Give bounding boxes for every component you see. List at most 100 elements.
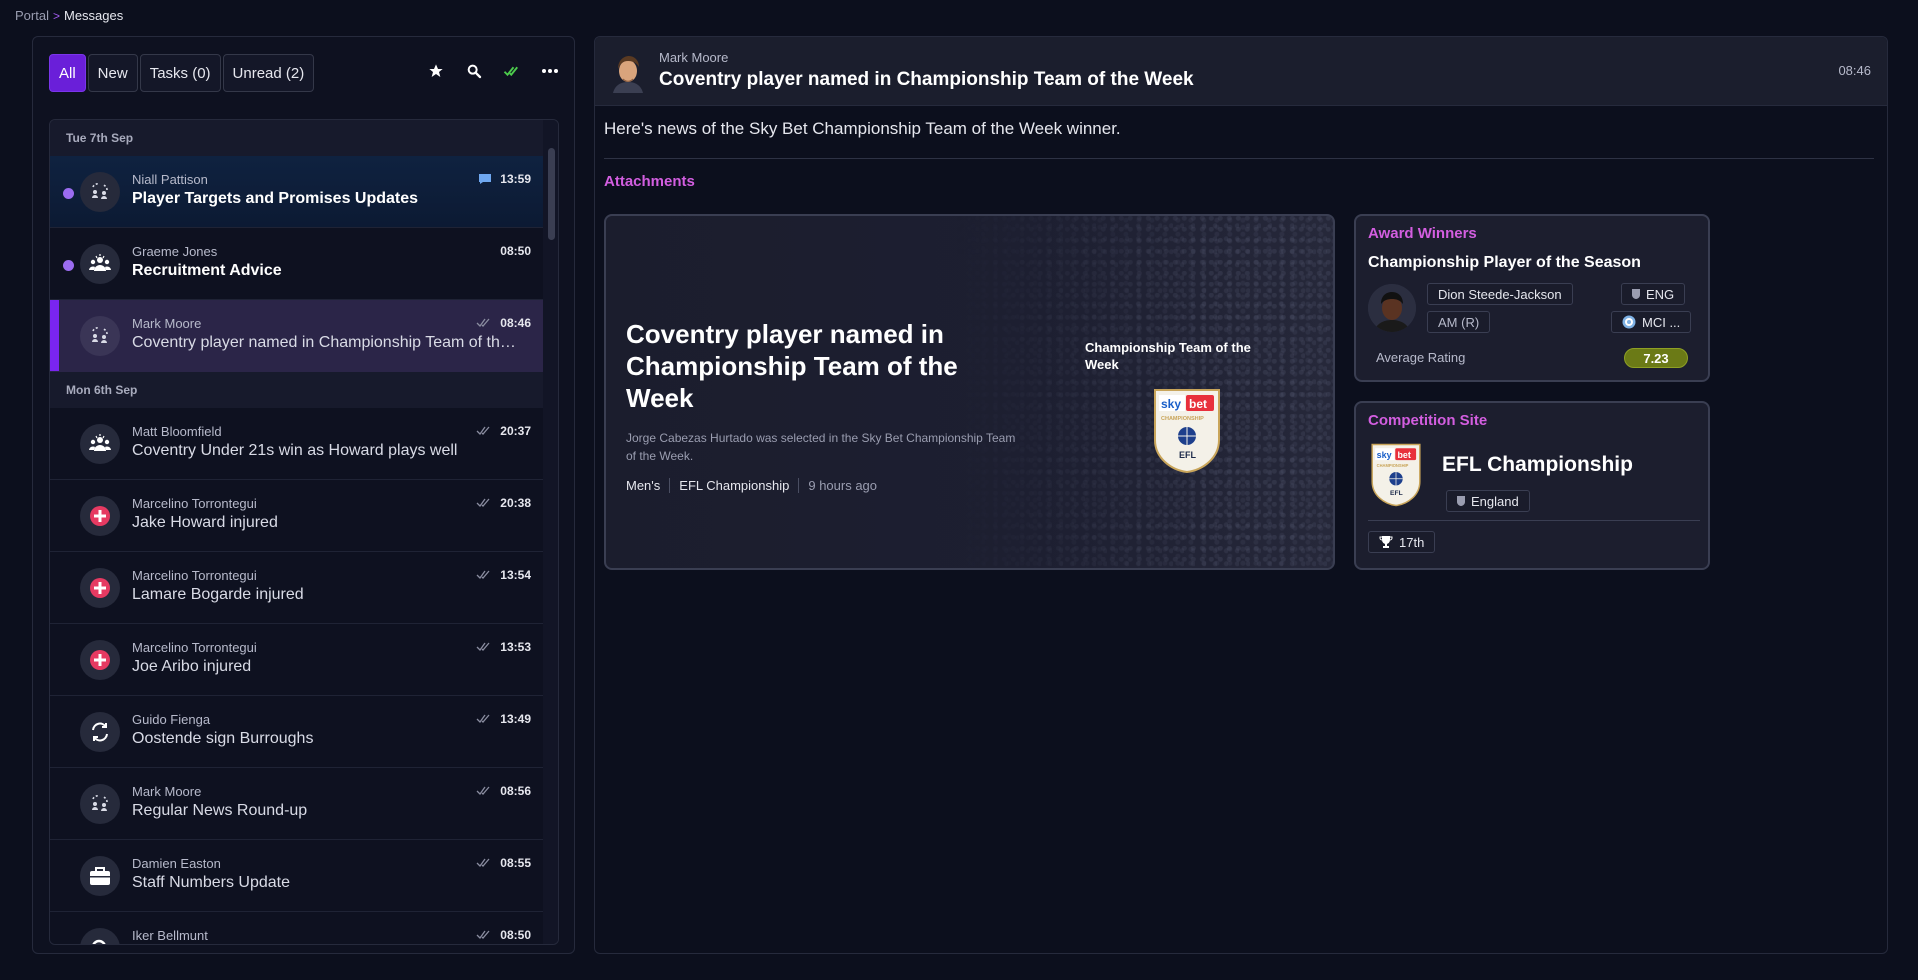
competition-card-label: Competition Site <box>1368 412 1488 429</box>
competition-name[interactable]: EFL Championship <box>1442 453 1633 477</box>
news-tag-competition[interactable]: EFL Championship <box>669 478 798 493</box>
message-time: 13:53 <box>500 640 531 654</box>
player-name: Dion Steede-Jackson <box>1438 286 1562 302</box>
unread-dot <box>63 188 74 199</box>
list-item-selected[interactable]: Mark Moore Coventry player named in Cham… <box>50 300 545 372</box>
message-subject: Oostende sign Burroughs <box>132 730 314 747</box>
news-side-label: Championship Team of the Week <box>1085 340 1251 372</box>
detail-title: Coventry player named in Championship Te… <box>659 69 1194 90</box>
message-meta: 13:49 <box>476 712 531 726</box>
club-crest-icon <box>1622 315 1636 329</box>
attachments-label: Attachments <box>604 173 695 190</box>
news-tag-time: 9 hours ago <box>798 478 886 493</box>
message-meta: 08:46 <box>476 316 531 330</box>
list-item[interactable]: Marcelino Torrontegui Lamare Bogarde inj… <box>50 552 545 624</box>
competition-position: 17th <box>1399 534 1425 550</box>
message-meta: 08:56 <box>476 784 531 798</box>
list-item[interactable]: Mark Moore Regular News Round-up 08:56 <box>50 768 545 840</box>
message-subject: Coventry Under 21s win as Howard plays w… <box>132 442 458 459</box>
rating-label: Average Rating <box>1376 350 1466 365</box>
more-icon[interactable] <box>540 61 560 81</box>
unread-dot <box>63 260 74 271</box>
briefcase-icon <box>80 856 120 896</box>
competition-site-card[interactable]: Competition Site sky bet CHAMPIONSHIP EF… <box>1354 401 1710 570</box>
message-time: 08:46 <box>500 316 531 330</box>
injury-icon <box>80 568 120 608</box>
message-sender: Iker Bellmunt <box>132 928 208 943</box>
message-meta: 08:50 <box>476 928 531 942</box>
logo-sky-text: sky <box>1377 450 1392 460</box>
transfer-people-icon <box>80 316 120 356</box>
message-time: 20:37 <box>500 424 531 438</box>
country-chip[interactable]: England <box>1446 490 1530 512</box>
breadcrumb-portal[interactable]: Portal <box>15 8 49 23</box>
message-sender: Niall Pattison <box>132 172 208 187</box>
message-sender: Damien Easton <box>132 856 221 871</box>
logo-bet-text: bet <box>1397 450 1410 460</box>
filter-unread-button[interactable]: Unread (2) <box>222 54 315 92</box>
message-detail-panel: Mark Moore Coventry player named in Cham… <box>594 36 1888 954</box>
divider <box>1368 520 1700 521</box>
list-item[interactable]: Marcelino Torrontegui Jake Howard injure… <box>50 480 545 552</box>
player-avatar <box>1368 284 1416 332</box>
message-meta: 20:38 <box>476 496 531 510</box>
list-item[interactable]: Guido Fienga Oostende sign Burroughs 13:… <box>50 696 545 768</box>
message-time: 13:59 <box>500 172 531 186</box>
read-check-icon <box>476 786 490 796</box>
chat-icon <box>479 174 492 184</box>
read-check-icon <box>476 498 490 508</box>
message-sender: Graeme Jones <box>132 244 218 259</box>
list-item[interactable]: Graeme Jones Recruitment Advice 08:50 <box>50 228 545 300</box>
news-background-texture <box>953 216 1333 568</box>
read-check-icon <box>476 318 490 328</box>
news-description: Jorge Cabezas Hurtado was selected in th… <box>626 431 1016 463</box>
news-tags: Men's EFL Championship 9 hours ago <box>626 478 886 493</box>
filter-all-button[interactable]: All <box>49 54 86 92</box>
message-subject: Jake Howard injured <box>132 514 278 531</box>
scrollbar-track[interactable] <box>543 120 558 944</box>
news-attachment-card[interactable]: Coventry player named in Championship Te… <box>604 214 1335 570</box>
message-sender: Guido Fienga <box>132 712 211 727</box>
award-winners-card[interactable]: Award Winners Championship Player of the… <box>1354 214 1710 382</box>
list-item[interactable]: Marcelino Torrontegui Joe Aribo injured … <box>50 624 545 696</box>
list-item[interactable]: Niall Pattison Player Targets and Promis… <box>50 156 545 228</box>
filter-tasks-button[interactable]: Tasks (0) <box>139 54 221 92</box>
filter-bar: All New Tasks (0) Unread (2) <box>49 54 315 92</box>
nation-chip[interactable]: ENG <box>1621 283 1686 305</box>
read-check-icon <box>476 570 490 580</box>
filter-new-button[interactable]: New <box>87 54 138 92</box>
list-item[interactable]: Iker Bellmunt 08:50 <box>50 912 545 944</box>
club-chip[interactable]: MCI ... <box>1611 311 1692 333</box>
message-body: Here's news of the Sky Bet Championship … <box>604 119 1121 138</box>
star-icon[interactable] <box>426 61 446 81</box>
rating-badge: 7.23 <box>1624 348 1688 368</box>
message-subject: Player Targets and Promises Updates <box>132 190 419 207</box>
message-meta: 13:54 <box>476 568 531 582</box>
championship-logo: sky bet CHAMPIONSHIP EFL <box>1153 388 1221 479</box>
date-header: Mon 6th Sep <box>50 372 545 408</box>
award-title: Championship Player of the Season <box>1368 254 1641 271</box>
detail-time: 08:46 <box>1838 63 1871 78</box>
message-meta: 13:59 <box>478 172 531 186</box>
message-sender: Marcelino Torrontegui <box>132 496 257 511</box>
logo-bet-text: bet <box>1189 397 1207 411</box>
group-icon <box>80 244 120 284</box>
message-meta: 13:53 <box>476 640 531 654</box>
detail-sender[interactable]: Mark Moore <box>659 50 728 65</box>
logo-champ-text: CHAMPIONSHIP <box>1377 463 1409 468</box>
scrollbar-thumb[interactable] <box>548 148 555 240</box>
message-time: 08:50 <box>500 244 531 258</box>
search-icon[interactable] <box>464 61 484 81</box>
logo-champ-text: CHAMPIONSHIP <box>1161 416 1204 422</box>
message-list-inner: Tue 7th Sep Niall Pattison Player Target… <box>50 120 545 944</box>
player-position: AM (R) <box>1438 314 1480 330</box>
read-check-icon <box>476 714 490 724</box>
player-name-chip[interactable]: Dion Steede-Jackson <box>1427 283 1573 305</box>
list-item[interactable]: Damien Easton Staff Numbers Update 08:55 <box>50 840 545 912</box>
mark-read-icon[interactable] <box>502 61 522 81</box>
message-subject: Staff Numbers Update <box>132 874 291 891</box>
position-chip: AM (R) <box>1427 311 1491 333</box>
message-list[interactable]: Tue 7th Sep Niall Pattison Player Target… <box>49 119 559 945</box>
transfer-people-icon <box>80 784 120 824</box>
list-item[interactable]: Matt Bloomfield Coventry Under 21s win a… <box>50 408 545 480</box>
